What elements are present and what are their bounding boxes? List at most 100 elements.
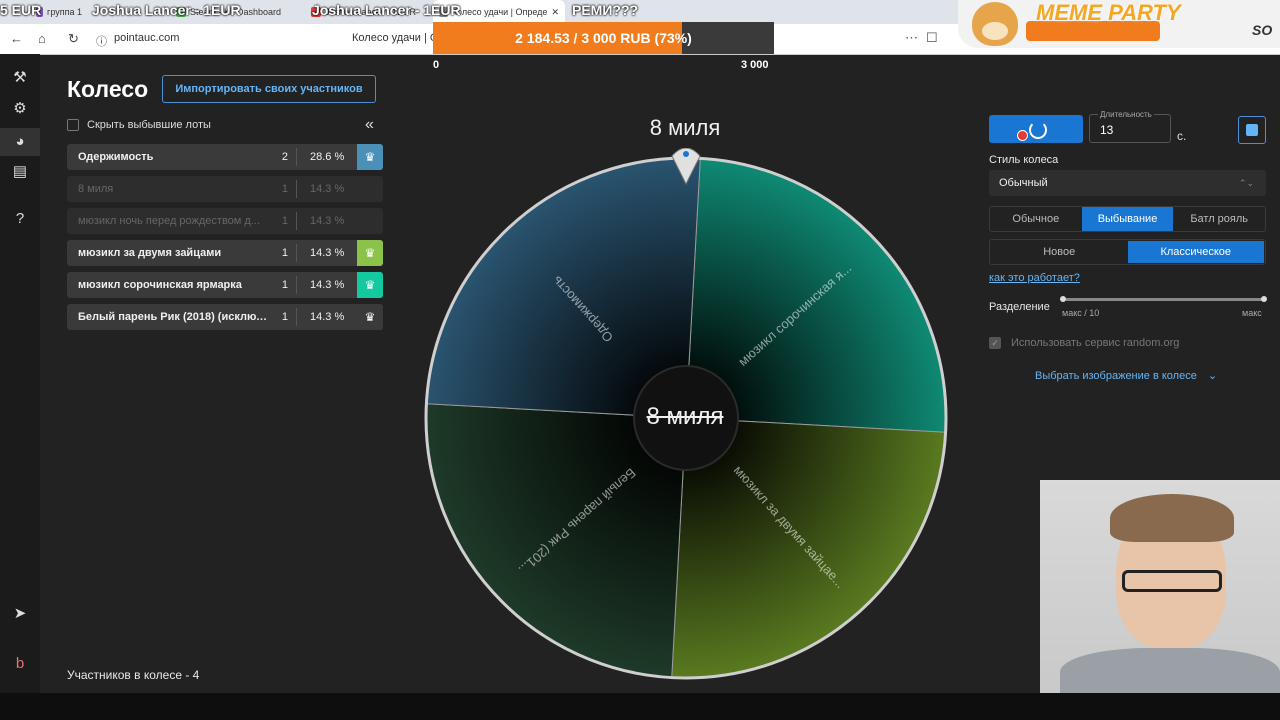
- import-participants-button[interactable]: Импортировать своих участников: [162, 75, 376, 103]
- lot-action-icon[interactable]: ♛: [357, 240, 383, 266]
- lot-percent: 14.3 %: [310, 279, 345, 291]
- split-slider[interactable]: [1060, 296, 1267, 302]
- help-icon[interactable]: ?: [10, 209, 30, 229]
- page-title-text: Колесо удачи | Ог: [352, 32, 443, 44]
- meme-title: MEME PARTY: [1036, 0, 1181, 25]
- hide-eliminated-checkbox[interactable]: [67, 119, 79, 131]
- lot-name: 8 миля: [78, 183, 114, 195]
- url-field[interactable]: pointauc.com: [114, 32, 179, 44]
- donation-progress-text: 2 184.53 / 3 000 RUB (73%): [515, 30, 692, 46]
- spinner-icon: [1029, 121, 1047, 139]
- wheel-pointer-dot: [683, 151, 689, 157]
- wheel-center-label: 8 миля: [646, 403, 724, 430]
- lot-row[interactable]: 8 миля 1 14.3 %: [67, 176, 383, 202]
- lot-action-icon[interactable]: ♛: [357, 304, 383, 330]
- stream-overlay-text: РЕМИ???: [572, 2, 639, 18]
- hide-eliminated-toggle[interactable]: Скрыть выбывшие лоты: [67, 119, 211, 131]
- hide-eliminated-label: Скрыть выбывшие лоты: [87, 119, 211, 131]
- choose-wheel-image-button[interactable]: Выбрать изображение в колесе ⌄: [1035, 369, 1217, 382]
- more-icon[interactable]: ⋯: [905, 30, 926, 45]
- lot-count: 1: [281, 215, 288, 227]
- lot-row[interactable]: мюзикл за двумя зайцами 1 14.3 % ♛: [67, 240, 383, 266]
- webcam-overlay: [1040, 480, 1280, 693]
- stream-overlay-text: 5 EUR: [0, 2, 42, 18]
- lot-divider: [296, 180, 297, 198]
- participants-count: Участников в колесе - 4: [67, 668, 200, 682]
- lot-row[interactable]: мюзикл сорочинская ярмарка 1 14.3 % ♛: [67, 272, 383, 298]
- lot-percent: 14.3 %: [310, 215, 345, 227]
- lot-percent: 14.3 %: [310, 247, 345, 259]
- split-max-label: макс: [1242, 308, 1262, 318]
- mode-option[interactable]: Батл рояль: [1173, 207, 1265, 231]
- webcam-person-hair: [1110, 494, 1234, 542]
- lot-divider: [296, 148, 297, 166]
- donation-min: 0: [433, 59, 440, 71]
- page-title: Колесо: [67, 76, 149, 102]
- lot-row[interactable]: мюзикл ночь перед рождеством д... 1 14.3 %: [67, 208, 383, 234]
- wheel-winner-title: 8 миля: [649, 115, 721, 140]
- submode-option[interactable]: Классическое: [1127, 241, 1264, 263]
- collapse-panel-icon[interactable]: «: [365, 116, 374, 134]
- lot-count: 1: [281, 183, 288, 195]
- lot-divider: [296, 276, 297, 294]
- lot-action-icon[interactable]: ♛: [357, 144, 383, 170]
- submode-option[interactable]: Новое: [991, 241, 1128, 263]
- doge-icon: [972, 2, 1018, 46]
- mode-option[interactable]: Выбывание: [1081, 207, 1174, 231]
- tab-close-icon[interactable]: ✕: [551, 7, 559, 18]
- wheel-icon[interactable]: ◕: [0, 128, 40, 156]
- lot-name: Одержимость: [78, 151, 154, 163]
- submode-segmented-control: Новое Классическое: [989, 239, 1266, 265]
- site-info-icon[interactable]: ⓘ: [96, 33, 107, 49]
- lot-action-icon[interactable]: ♛: [357, 272, 383, 298]
- lot-row[interactable]: Одержимость 2 28.6 % ♛: [67, 144, 383, 170]
- stream-overlay-text: Joshua Lancer - 1EUR: [92, 2, 241, 18]
- spin-button[interactable]: [989, 115, 1083, 143]
- lot-name: Белый парень Рик (2018) (исключе...: [78, 311, 270, 323]
- lot-percent: 28.6 %: [310, 151, 345, 163]
- split-label: Разделение: [989, 301, 1050, 313]
- disabled-icon: [1017, 130, 1028, 141]
- how-it-works-link[interactable]: как это работает?: [989, 272, 1080, 284]
- lot-name: мюзикл ночь перед рождеством д...: [78, 215, 261, 227]
- wheel-style-label: Стиль колеса: [989, 154, 1059, 166]
- browser-actions[interactable]: ⋯☐: [905, 30, 946, 46]
- app-sidebar: ⚒ ⚙ ◕ ▤ ? ➤ b: [0, 54, 40, 694]
- donation-max: 3 000: [741, 59, 769, 71]
- split-slider-handle-min[interactable]: [1060, 296, 1066, 302]
- lot-divider: [296, 244, 297, 262]
- duration-value[interactable]: 13: [1100, 123, 1113, 137]
- dice-icon: [1246, 124, 1258, 136]
- home-icon[interactable]: ⌂: [38, 31, 46, 46]
- select-caret-icon: ⌃⌄: [1238, 178, 1254, 188]
- bottom-strip: [0, 693, 1280, 720]
- lot-percent: 14.3 %: [310, 311, 345, 323]
- donation-progress-bar: 2 184.53 / 3 000 RUB (73%): [433, 22, 774, 54]
- wheel-style-value: Обычный: [999, 177, 1048, 189]
- duration-unit: с.: [1177, 129, 1187, 143]
- lot-count: 1: [281, 279, 288, 291]
- gavel-icon[interactable]: ⚒: [10, 68, 30, 88]
- gear-icon[interactable]: ⚙: [10, 99, 30, 119]
- meme-party-overlay: MEME PARTY SO: [958, 0, 1280, 48]
- meme-code: SO: [1252, 22, 1273, 38]
- brand-icon[interactable]: b: [10, 654, 30, 674]
- telegram-icon[interactable]: ➤: [10, 604, 30, 624]
- duration-label: Длительность: [1098, 110, 1154, 119]
- lot-name: мюзикл за двумя зайцами: [78, 247, 222, 259]
- random-dice-button[interactable]: [1238, 116, 1266, 144]
- bookmark-icon[interactable]: ☐: [926, 30, 946, 45]
- reload-icon[interactable]: ↻: [68, 31, 79, 47]
- lot-count: 1: [281, 311, 288, 323]
- wheel-style-select[interactable]: Обычный ⌃⌄: [989, 170, 1266, 196]
- mode-option[interactable]: Обычное: [990, 207, 1082, 231]
- lot-divider: [296, 308, 297, 326]
- split-slider-handle-max[interactable]: [1261, 296, 1267, 302]
- random-org-checkbox[interactable]: ✓: [989, 337, 1001, 349]
- random-org-label: Использовать сервис random.org: [1011, 337, 1180, 349]
- clipboard-icon[interactable]: ▤: [10, 162, 30, 182]
- choose-wheel-image-label: Выбрать изображение в колесе: [1035, 370, 1197, 382]
- lot-row[interactable]: Белый парень Рик (2018) (исключе... 1 14.3…: [67, 304, 383, 330]
- lot-count: 1: [281, 247, 288, 259]
- back-icon[interactable]: ←: [10, 31, 23, 46]
